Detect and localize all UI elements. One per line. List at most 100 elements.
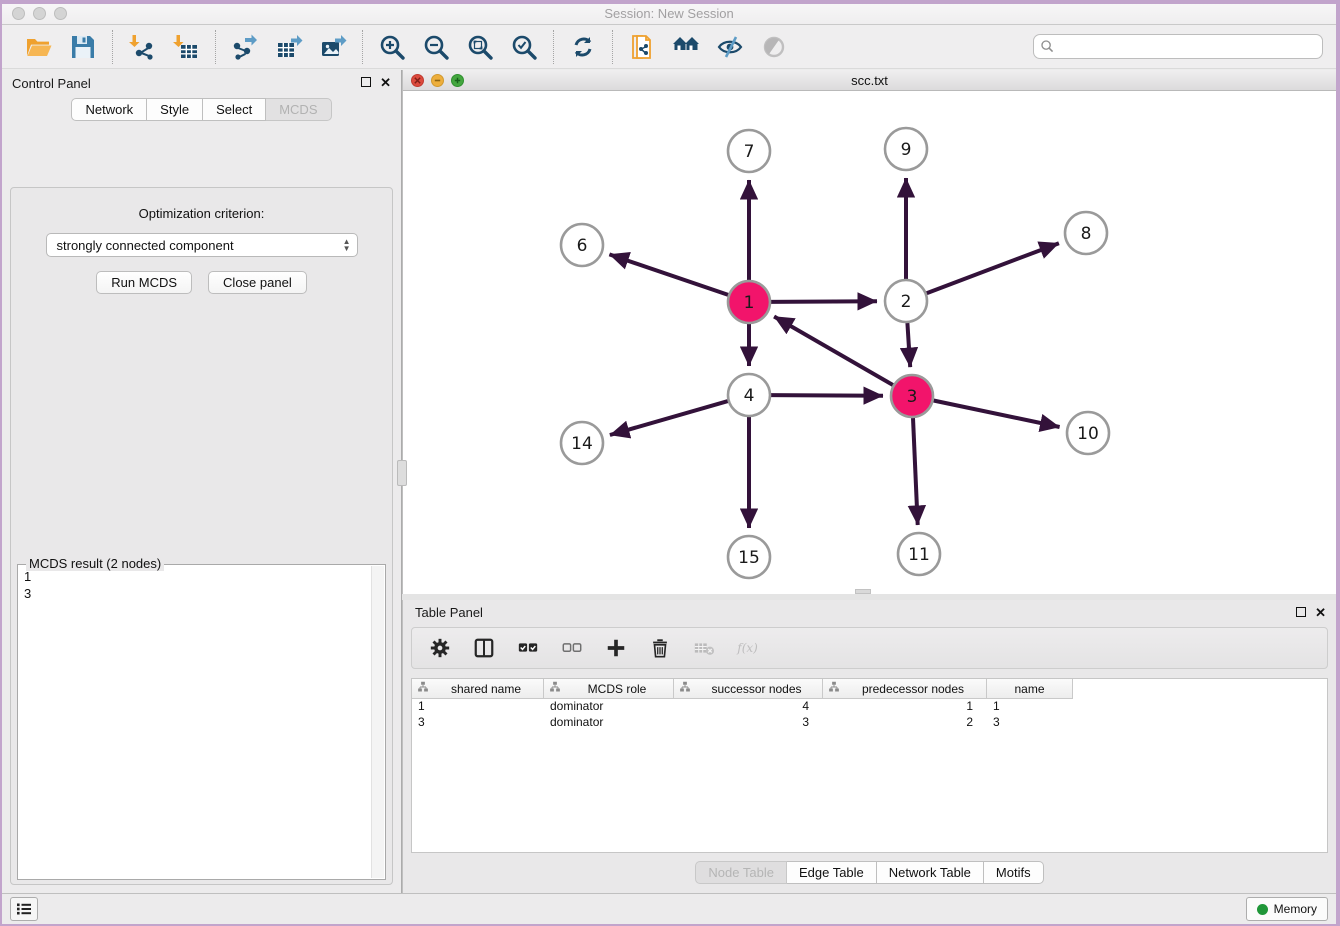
- tab-motifs[interactable]: Motifs: [984, 861, 1044, 884]
- window-controls: [12, 7, 67, 20]
- edge-1-2[interactable]: [771, 301, 877, 302]
- svg-text:6: 6: [577, 236, 588, 256]
- graph-node-11[interactable]: 11: [898, 533, 940, 575]
- splitter-handle[interactable]: [397, 460, 407, 486]
- export-table-icon[interactable]: [274, 32, 304, 62]
- close-panel-button[interactable]: Close panel: [208, 271, 307, 294]
- column-header-MCDS-role[interactable]: MCDS role: [544, 679, 674, 699]
- task-history-button[interactable]: [10, 897, 38, 921]
- tab-node-table[interactable]: Node Table: [695, 861, 787, 884]
- svg-text:4: 4: [744, 386, 755, 406]
- split-columns-icon[interactable]: [472, 636, 496, 660]
- column-header-successor-nodes[interactable]: successor nodes: [674, 679, 823, 699]
- svg-text:2: 2: [901, 292, 912, 312]
- float-panel-icon[interactable]: [361, 76, 371, 90]
- eye-icon[interactable]: [759, 32, 789, 62]
- canvas-scrollbar-nub[interactable]: [855, 589, 871, 594]
- gear-icon[interactable]: [428, 636, 452, 660]
- add-column-icon[interactable]: [604, 636, 628, 660]
- edge-3-11[interactable]: [913, 418, 918, 525]
- column-header-predecessor-nodes[interactable]: predecessor nodes: [823, 679, 987, 699]
- control-panel-title: Control Panel: [12, 76, 91, 91]
- home-icon[interactable]: [671, 32, 701, 62]
- edge-3-1[interactable]: [774, 317, 893, 386]
- open-file-icon[interactable]: [24, 32, 54, 62]
- criterion-select[interactable]: strongly connected component ▲▼: [46, 233, 358, 257]
- import-network-icon[interactable]: [127, 32, 157, 62]
- graph-node-7[interactable]: 7: [728, 130, 770, 172]
- edge-2-8[interactable]: [927, 243, 1059, 293]
- table-row[interactable]: 3dominator323: [412, 715, 1327, 731]
- table-panel-title: Table Panel: [415, 605, 483, 620]
- graph-node-14[interactable]: 14: [561, 422, 603, 464]
- search-input[interactable]: [1055, 37, 1322, 57]
- graph-node-1[interactable]: 1: [728, 281, 770, 323]
- graph-node-15[interactable]: 15: [728, 536, 770, 578]
- memory-button[interactable]: Memory: [1246, 897, 1328, 921]
- node-table[interactable]: shared name MCDS role successor nodes pr…: [411, 678, 1328, 853]
- column-header-name[interactable]: name: [987, 679, 1073, 699]
- function-builder-icon[interactable]: f(x): [736, 636, 760, 660]
- network-title: scc.txt: [403, 73, 1336, 88]
- network-minimize-button[interactable]: [431, 74, 444, 87]
- graph-node-9[interactable]: 9: [885, 128, 927, 170]
- tab-style[interactable]: Style: [147, 98, 203, 121]
- clone-network-icon[interactable]: [627, 32, 657, 62]
- close-table-panel-icon[interactable]: ✕: [1315, 606, 1326, 620]
- delete-column-icon[interactable]: [648, 636, 672, 660]
- graph-node-2[interactable]: 2: [885, 280, 927, 322]
- deselect-all-icon[interactable]: [560, 636, 584, 660]
- task-list-icon: [16, 902, 32, 916]
- result-scrollbar[interactable]: [371, 566, 384, 878]
- tab-network[interactable]: Network: [71, 98, 147, 121]
- result-value: 1: [24, 568, 369, 585]
- graph-node-3[interactable]: 3: [891, 375, 933, 417]
- run-mcds-button[interactable]: Run MCDS: [96, 271, 192, 294]
- edge-2-3[interactable]: [907, 323, 910, 367]
- tab-network-table[interactable]: Network Table: [877, 861, 984, 884]
- refresh-icon[interactable]: [568, 32, 598, 62]
- graph-node-6[interactable]: 6: [561, 224, 603, 266]
- tab-edge-table[interactable]: Edge Table: [787, 861, 877, 884]
- import-table-icon[interactable]: [171, 32, 201, 62]
- control-panel-tabs: NetworkStyleSelectMCDS: [2, 98, 401, 121]
- result-value: 3: [24, 585, 369, 602]
- network-canvas[interactable]: 7 9 6 8 1 2 4 3 14 10 15 11: [403, 91, 1336, 594]
- zoom-selected-icon[interactable]: [509, 32, 539, 62]
- close-window-button[interactable]: [12, 7, 25, 20]
- network-close-button[interactable]: [411, 74, 424, 87]
- delete-table-icon[interactable]: [692, 636, 716, 660]
- zoom-in-icon[interactable]: [377, 32, 407, 62]
- zoom-fit-icon[interactable]: [465, 32, 495, 62]
- tab-mcds[interactable]: MCDS: [266, 98, 331, 121]
- select-all-icon[interactable]: [516, 636, 540, 660]
- float-table-panel-icon[interactable]: [1296, 606, 1306, 620]
- close-panel-icon[interactable]: ✕: [380, 76, 391, 90]
- edge-4-3[interactable]: [771, 395, 883, 396]
- maximize-window-button[interactable]: [54, 7, 67, 20]
- network-graph[interactable]: 7 9 6 8 1 2 4 3 14 10 15 11: [403, 91, 1335, 587]
- application-window: Session: New Session Control Panel ✕ Net…: [0, 0, 1340, 926]
- save-session-icon[interactable]: [68, 32, 98, 62]
- graph-node-4[interactable]: 4: [728, 374, 770, 416]
- search-box[interactable]: [1033, 34, 1323, 59]
- hide-eye-icon[interactable]: [715, 32, 745, 62]
- edge-3-10[interactable]: [934, 401, 1060, 428]
- export-image-icon[interactable]: [318, 32, 348, 62]
- main-toolbar: [2, 25, 1336, 69]
- edge-4-14[interactable]: [610, 401, 728, 435]
- zoom-out-icon[interactable]: [421, 32, 451, 62]
- minimize-window-button[interactable]: [33, 7, 46, 20]
- graph-node-8[interactable]: 8: [1065, 212, 1107, 254]
- column-header-shared-name[interactable]: shared name: [412, 679, 544, 699]
- graph-node-10[interactable]: 10: [1067, 412, 1109, 454]
- export-network-icon[interactable]: [230, 32, 260, 62]
- network-zoom-button[interactable]: [451, 74, 464, 87]
- mcds-result-list[interactable]: 13: [24, 568, 369, 877]
- edge-1-6[interactable]: [609, 254, 728, 295]
- table-row[interactable]: 1dominator411: [412, 699, 1327, 715]
- svg-text:9: 9: [901, 140, 912, 160]
- tab-select[interactable]: Select: [203, 98, 266, 121]
- svg-text:14: 14: [571, 434, 593, 454]
- window-title: Session: New Session: [2, 4, 1336, 24]
